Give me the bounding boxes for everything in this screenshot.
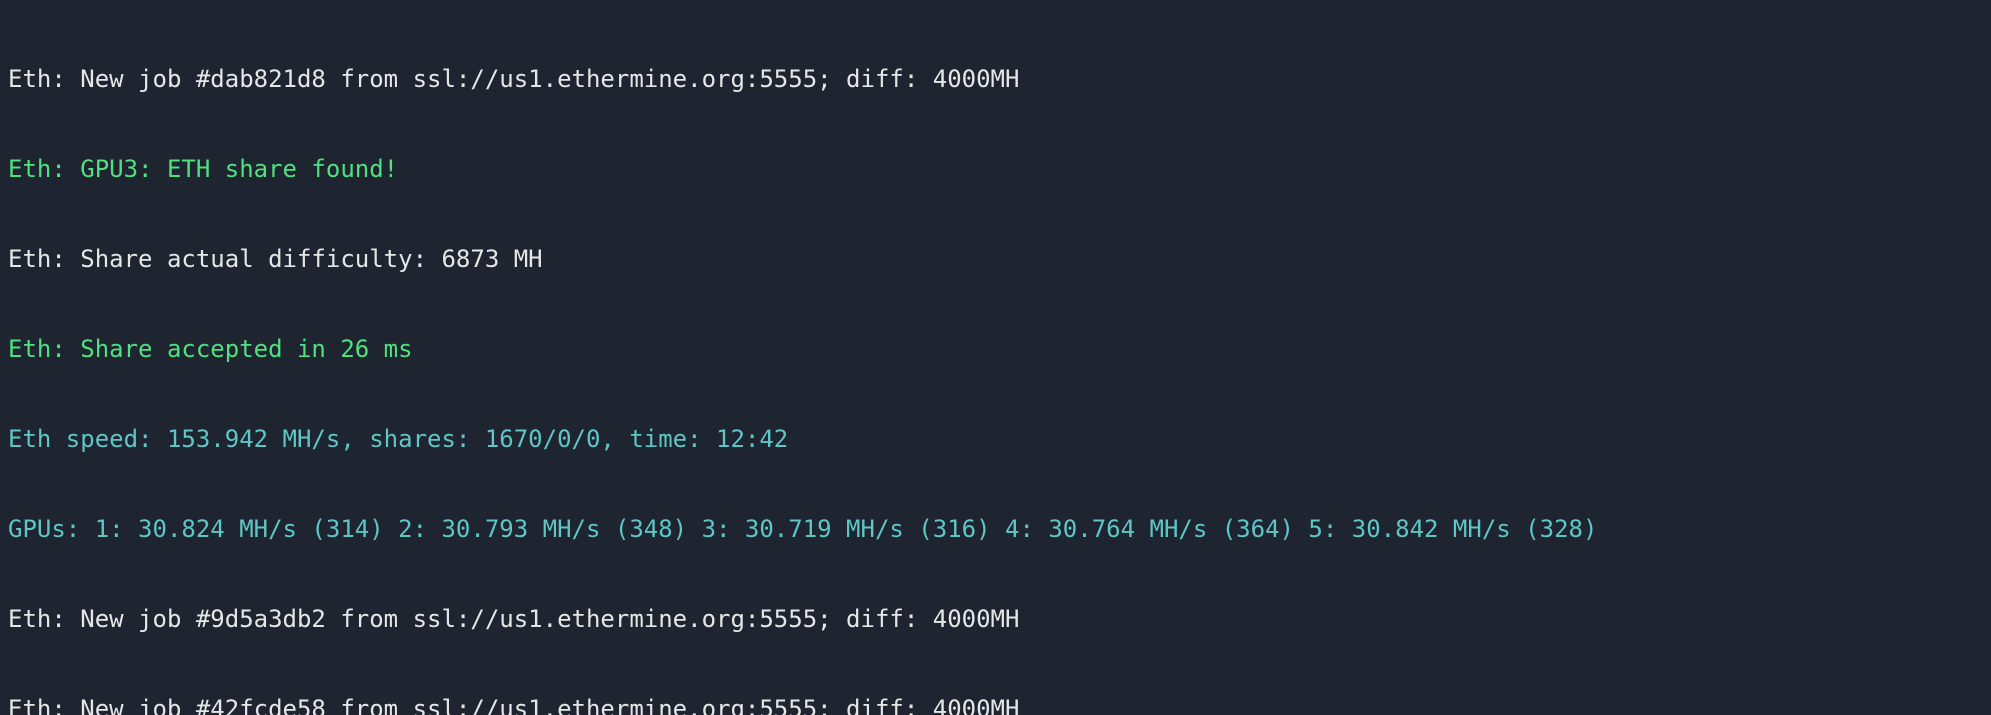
log-line-speed: Eth speed: 153.942 MH/s, shares: 1670/0/… <box>8 424 1983 454</box>
log-line: Eth: Share actual difficulty: 6873 MH <box>8 244 1983 274</box>
log-line: Eth: New job #dab821d8 from ssl://us1.et… <box>8 64 1983 94</box>
log-line: Eth: New job #9d5a3db2 from ssl://us1.et… <box>8 604 1983 634</box>
log-line-share-accepted: Eth: Share accepted in 26 ms <box>8 334 1983 364</box>
log-line: Eth: New job #42fcde58 from ssl://us1.et… <box>8 694 1983 715</box>
terminal-output[interactable]: Eth: New job #dab821d8 from ssl://us1.et… <box>0 0 1991 715</box>
log-line-gpus: GPUs: 1: 30.824 MH/s (314) 2: 30.793 MH/… <box>8 514 1983 544</box>
terminal-window[interactable]: Eth: New job #dab821d8 from ssl://us1.et… <box>0 0 1991 715</box>
log-line-share-found: Eth: GPU3: ETH share found! <box>8 154 1983 184</box>
